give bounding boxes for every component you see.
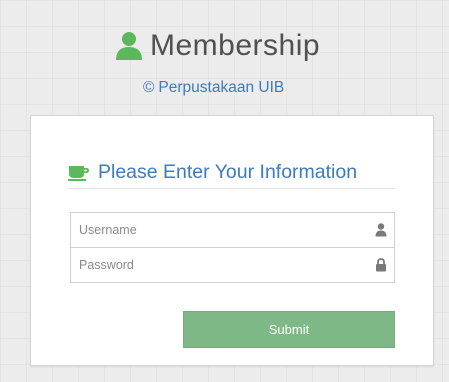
login-panel: Please Enter Your Information Submit [30,115,434,366]
username-input[interactable] [71,213,357,247]
user-icon [375,223,387,237]
library-subtitle: © Perpustakaan UIB [143,78,284,98]
page-title: Membership [150,29,321,62]
lock-icon [375,258,387,272]
library-name: Perpustakaan UIB [158,79,285,96]
user-icon [115,31,143,61]
username-field [70,212,395,248]
submit-button[interactable]: Submit [183,311,395,348]
coffee-cup-icon [68,165,90,181]
login-form [70,212,395,283]
page-header: Membership © Perpustakaan UIB [0,0,449,110]
password-input[interactable] [71,248,357,282]
panel-heading: Please Enter Your Information [68,156,395,189]
copyright-symbol: © [143,79,155,96]
panel-title: Please Enter Your Information [98,161,358,183]
password-field [70,247,395,283]
brand: Membership [115,26,320,66]
